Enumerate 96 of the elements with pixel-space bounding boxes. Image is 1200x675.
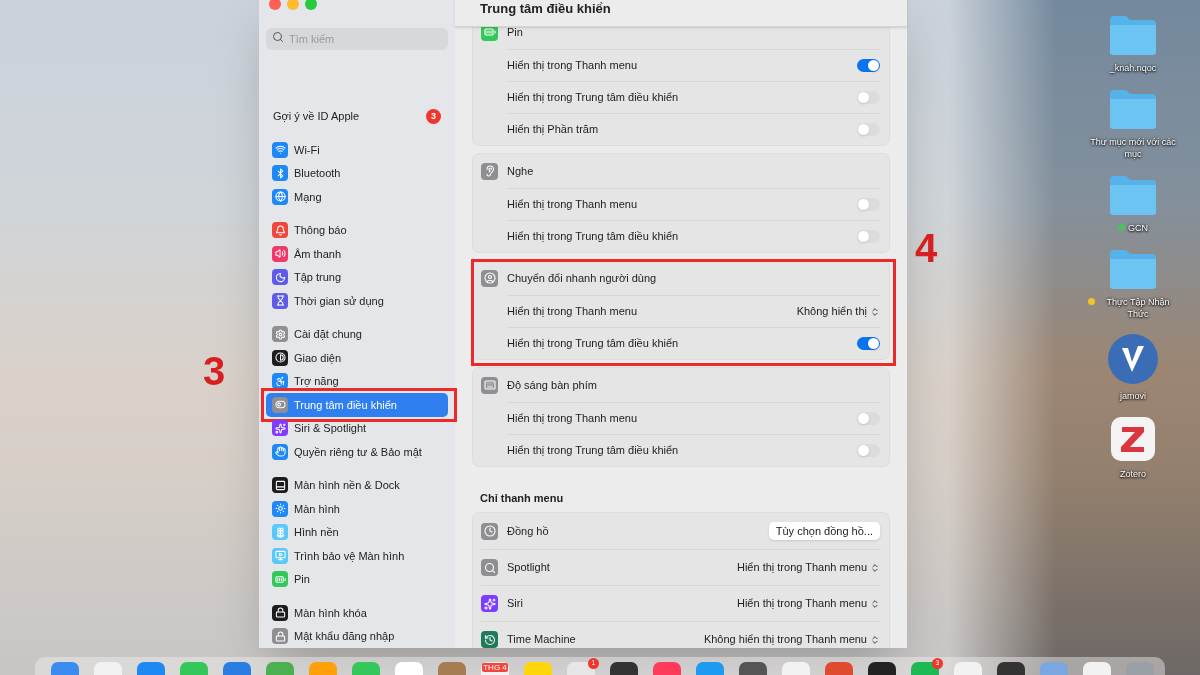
setting-label: Hiển thị trong Trung tâm điều khiển xyxy=(507,90,679,106)
toggle-icon xyxy=(272,396,288,413)
search-icon xyxy=(481,559,498,576)
clock-options-button[interactable]: Tùy chọn đồng hồ... xyxy=(768,522,880,540)
setting-label: Hiển thị Phần trăm xyxy=(507,122,599,138)
toggle-switch[interactable] xyxy=(857,337,880,350)
sidebar-item[interactable]: Pin xyxy=(266,567,448,591)
sidebar-item[interactable]: Mật khẩu đăng nhập xyxy=(266,624,448,648)
dropdown-select[interactable]: Hiển thị trong Thanh menu xyxy=(736,559,880,576)
setting-label: Hiển thị trong Trung tâm điều khiển xyxy=(507,336,679,352)
speaker-icon xyxy=(272,245,288,262)
section-title: Chuyển đổi nhanh người dùng xyxy=(507,270,657,286)
section-title: Pin xyxy=(507,27,523,40)
folder-icon xyxy=(1108,14,1158,56)
sidebar-item[interactable]: Trợ năng xyxy=(266,369,448,393)
sidebar-item[interactable]: Siri & Spotlight xyxy=(266,416,448,440)
flower-icon xyxy=(272,524,288,541)
folder-icon xyxy=(1108,248,1158,290)
sidebar-item[interactable]: Màn hình xyxy=(266,497,448,521)
setting-label: Đồng hồ xyxy=(507,523,549,539)
accessibility-icon xyxy=(272,373,288,390)
sidebar-item[interactable]: Âm thanh xyxy=(266,242,448,266)
sidebar-item[interactable]: Màn hình khóa xyxy=(266,601,448,625)
lock-icon xyxy=(272,604,288,621)
sidebar-item[interactable]: Hình nền xyxy=(266,520,448,544)
setting-label: Hiển thị trong Thanh menu xyxy=(507,58,638,74)
user-icon xyxy=(481,269,498,287)
app-icon xyxy=(1108,334,1158,384)
sparkle-icon xyxy=(272,420,288,437)
folder-icon xyxy=(1108,88,1158,130)
dock-icon xyxy=(272,477,288,494)
sidebar-item[interactable]: Bluetooth xyxy=(266,161,448,185)
toggle-switch[interactable] xyxy=(857,91,880,104)
sidebar-item[interactable]: Quyền riêng tư & Bảo mật xyxy=(266,440,448,464)
gear-icon xyxy=(272,326,288,343)
setting-label: Siri xyxy=(507,596,523,612)
dropdown-select[interactable]: Không hiển thị trong Thanh menu xyxy=(703,631,880,648)
sparkle-icon xyxy=(481,595,498,612)
hand-icon xyxy=(272,443,288,460)
annotation-number: 4 xyxy=(915,228,938,268)
section-title: Nghe xyxy=(507,163,534,179)
apple-id-label[interactable]: Gợi ý về ID Apple xyxy=(273,108,360,125)
setting-label: Hiển thị trong Trung tâm điều khiển xyxy=(507,443,679,459)
ear-icon xyxy=(481,162,498,180)
desktop-item-label[interactable]: Zotero xyxy=(1120,468,1146,480)
history-icon xyxy=(481,631,498,648)
annotation-number: 3 xyxy=(203,351,226,391)
sidebar-item[interactable]: Mạng xyxy=(266,185,448,209)
clock-icon xyxy=(481,522,498,540)
sidebar-item[interactable]: Tập trung xyxy=(266,265,448,289)
toggle-switch[interactable] xyxy=(857,412,880,425)
setting-label: Hiển thị trong Thanh menu xyxy=(507,411,638,427)
keyboard-icon xyxy=(481,376,498,394)
setting-label: Hiển thị trong Trung tâm điều khiển xyxy=(507,229,679,245)
sidebar-item[interactable]: Màn hình nền & Dock xyxy=(266,473,448,497)
globe-icon xyxy=(272,188,288,205)
setting-label: Hiển thị trong Thanh menu xyxy=(507,304,638,320)
search-icon xyxy=(272,31,284,44)
setting-label: Spotlight xyxy=(507,560,550,576)
minimize-button[interactable] xyxy=(287,0,299,11)
sidebar-item[interactable]: Thông báo xyxy=(266,218,448,242)
setting-label: Hiển thị trong Thanh menu xyxy=(507,197,638,213)
bluetooth-icon xyxy=(272,165,288,182)
sun-icon xyxy=(272,500,288,517)
sidebar-item[interactable]: Giao diện xyxy=(266,346,448,370)
notification-badge: 3 xyxy=(426,109,441,125)
toggle-switch[interactable] xyxy=(857,59,880,72)
dropdown-select[interactable]: Hiển thị trong Thanh menu xyxy=(736,595,880,612)
battery-icon xyxy=(481,27,498,41)
close-button[interactable] xyxy=(269,0,281,11)
section-title: Độ sáng bàn phím xyxy=(507,377,597,393)
sidebar-item[interactable]: Wi-Fi xyxy=(266,138,448,162)
toggle-switch[interactable] xyxy=(857,230,880,243)
sidebar-item[interactable]: Cài đặt chung xyxy=(266,322,448,346)
moon-icon xyxy=(272,269,288,286)
contrast-icon xyxy=(272,349,288,366)
wifi-icon xyxy=(272,141,288,158)
dropdown-select[interactable]: Không hiển thị xyxy=(796,303,880,320)
window-title: Trung tâm điều khiển xyxy=(480,1,611,16)
hourglass-icon xyxy=(272,292,288,309)
toggle-switch[interactable] xyxy=(857,198,880,211)
zoom-button[interactable] xyxy=(305,0,317,11)
sidebar-item[interactable]: Trung tâm điều khiển xyxy=(266,393,448,417)
sidebar-item[interactable]: Thời gian sử dụng xyxy=(266,289,448,313)
app-icon xyxy=(1110,416,1156,462)
sidebar-item[interactable]: Trình bảo vệ Màn hình xyxy=(266,544,448,568)
setting-label: Time Machine xyxy=(507,632,576,648)
lock-icon xyxy=(272,628,288,645)
folder-icon xyxy=(1108,174,1158,216)
section-heading: Chỉ thanh menu xyxy=(479,490,565,506)
toggle-switch[interactable] xyxy=(857,123,880,136)
toggle-switch[interactable] xyxy=(857,444,880,457)
bell-icon xyxy=(272,222,288,239)
monitor-icon xyxy=(272,547,288,564)
search-field[interactable]: Tìm kiếm xyxy=(266,28,448,51)
battery-icon xyxy=(272,571,288,588)
